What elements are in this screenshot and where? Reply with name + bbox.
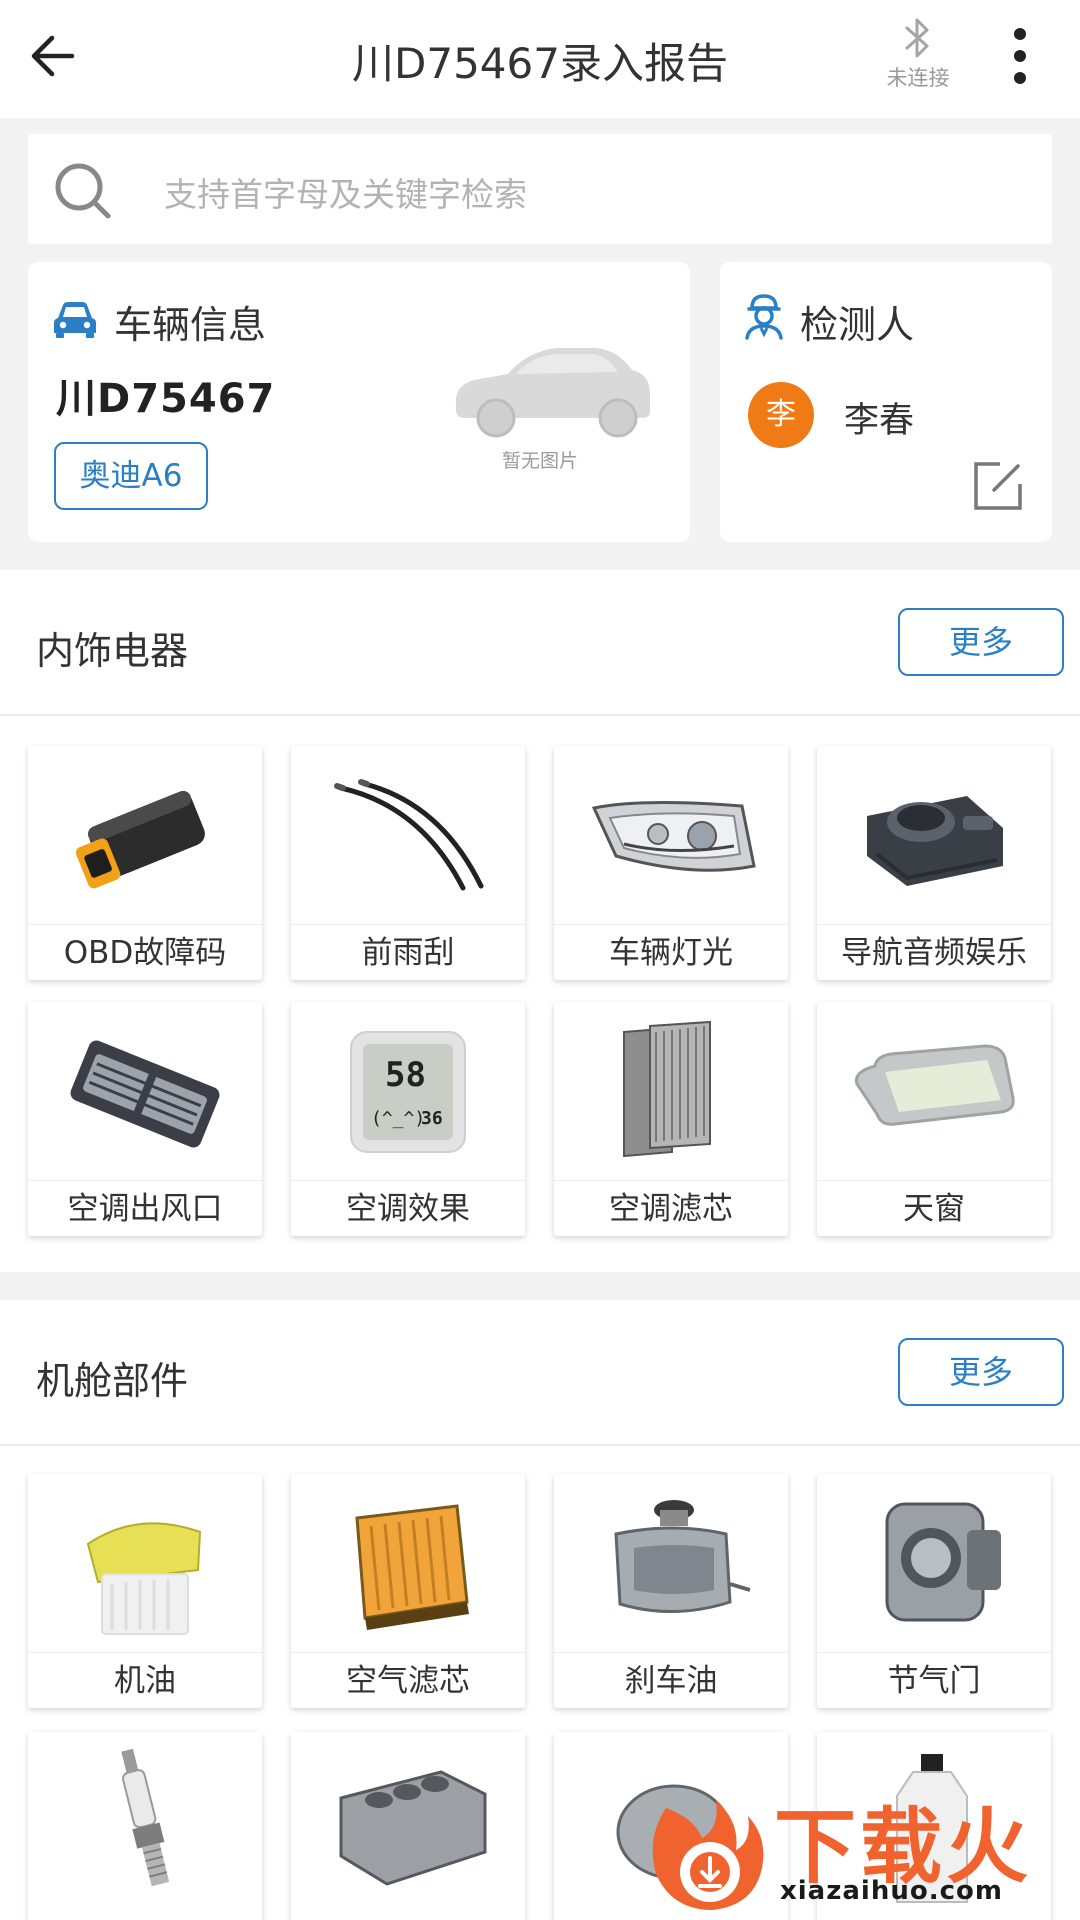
headlight-icon: [591, 800, 756, 872]
inspector-avatar: 李: [748, 382, 814, 448]
item-vehicle-lights[interactable]: 车辆灯光: [554, 746, 788, 980]
inspector-icon: [745, 294, 783, 340]
car-icon: [54, 302, 96, 338]
item-ac-effect[interactable]: 58 (^_^) 36 空调效果: [291, 1002, 525, 1236]
air-filter-icon: [355, 1504, 469, 1630]
plate-number: 川D75467: [56, 376, 276, 422]
item-label: 天窗: [817, 1180, 1051, 1236]
edit-icon[interactable]: [970, 458, 1026, 514]
spark-plug-icon: [121, 1748, 170, 1887]
throttle-icon: [885, 1502, 1001, 1622]
item-label: 节气门: [817, 1652, 1051, 1708]
watermark-logo-icon: [652, 1800, 764, 1910]
item-front-wiper[interactable]: 前雨刮: [291, 746, 525, 980]
item-label: 车辆灯光: [554, 924, 788, 980]
item-ac-vent[interactable]: 空调出风口: [28, 1002, 262, 1236]
item-label: 空调效果: [291, 1180, 525, 1236]
watermark: 下载火 xiazaihuo.com: [636, 1772, 1080, 1920]
item-label: 空调滤芯: [554, 1180, 788, 1236]
vehicle-model-tag: 奥迪A6: [54, 442, 208, 510]
section-title: 机舱部件: [36, 1359, 189, 1403]
item-nav-audio[interactable]: 导航音频娱乐: [817, 746, 1051, 980]
inspector-title: 检测人: [800, 303, 915, 347]
item-label: 刹车油: [554, 1652, 788, 1708]
engine-oil-icon: [86, 1522, 202, 1635]
bluetooth-icon: [905, 18, 929, 58]
item-label: 空气滤芯: [291, 1652, 525, 1708]
item-throttle[interactable]: 节气门: [817, 1474, 1051, 1708]
item-obd[interactable]: OBD故障码: [28, 746, 262, 980]
inspector-card[interactable]: 检测人 李 李春: [720, 262, 1052, 542]
ac-vent-icon: [70, 1040, 220, 1148]
section-interior-electrics: 内饰电器 更多 OBD故障码 前雨刮 车辆灯光 导航音频娱乐 空调出风口 58 …: [0, 570, 1080, 1272]
search-input[interactable]: 支持首字母及关键字检索: [164, 168, 527, 216]
item-brake-fluid[interactable]: 刹车油: [554, 1474, 788, 1708]
bluetooth-status[interactable]: 未连接: [880, 16, 956, 96]
section-header: 机舱部件 更多: [0, 1300, 1080, 1446]
item-label: 机油: [28, 1652, 262, 1708]
more-options-icon[interactable]: [1000, 26, 1040, 86]
no-image-text: 暂无图片: [502, 450, 579, 472]
more-button[interactable]: 更多: [898, 608, 1064, 676]
section-header: 内饰电器 更多: [0, 570, 1080, 716]
car-placeholder-icon: [455, 348, 650, 438]
item-air-filter[interactable]: 空气滤芯: [291, 1474, 525, 1708]
obd-connector-icon: [75, 790, 205, 889]
more-button[interactable]: 更多: [898, 1338, 1064, 1406]
item-cabin-filter[interactable]: 空调滤芯: [554, 1002, 788, 1236]
bluetooth-status-label: 未连接: [886, 66, 950, 90]
temp-readout: 58: [385, 1055, 426, 1095]
humidity-readout: 36: [421, 1108, 443, 1129]
item-engine-oil[interactable]: 机油: [28, 1474, 262, 1708]
vehicle-info-title: 车辆信息: [114, 303, 267, 347]
top-bar: 川D75467录入报告 未连接: [0, 0, 1080, 118]
item-label: 导航音频娱乐: [817, 924, 1051, 980]
item-label: 空调出风口: [28, 1180, 262, 1236]
thermometer-display-icon: 58 (^_^) 36: [350, 1031, 466, 1153]
item-spark-plug[interactable]: [28, 1732, 262, 1920]
item-engine-block[interactable]: [291, 1732, 525, 1920]
brake-fluid-icon: [614, 1500, 751, 1614]
sunroof-icon: [854, 1044, 1015, 1126]
watermark-url: xiazaihuo.com: [780, 1876, 1003, 1906]
wiper-icon: [334, 779, 484, 891]
vehicle-info-card[interactable]: 车辆信息 川D75467 奥迪A6 暂无图片: [28, 262, 690, 542]
search-icon: [55, 163, 111, 219]
item-label: OBD故障码: [28, 924, 262, 980]
section-title: 内饰电器: [36, 629, 189, 673]
cabin-filter-icon: [623, 1020, 711, 1158]
nav-controller-icon: [867, 796, 1003, 886]
item-label: 前雨刮: [291, 924, 525, 980]
item-sunroof[interactable]: 天窗: [817, 1002, 1051, 1236]
engine-block-icon: [339, 1770, 487, 1886]
search-bar[interactable]: 支持首字母及关键字检索: [28, 134, 1052, 244]
face-readout: (^_^): [371, 1108, 425, 1129]
inspector-name: 李春: [844, 401, 915, 441]
